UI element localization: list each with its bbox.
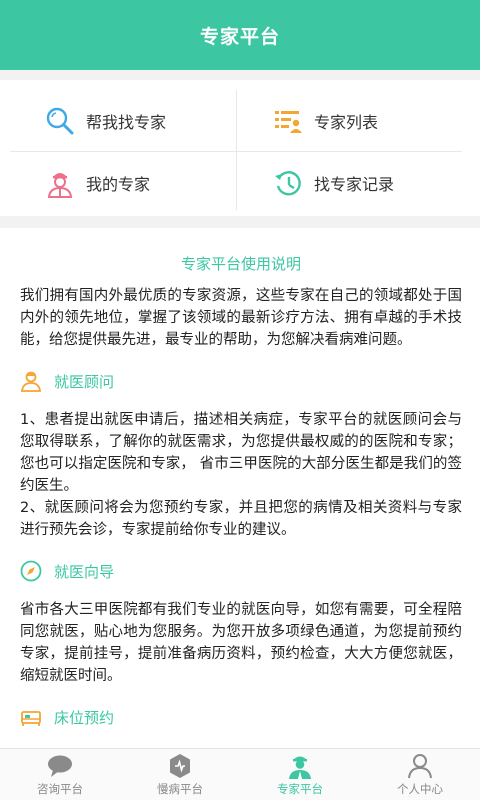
section-counselor-text: 1、患者提出就医申请后，描述相关病症，专家平台的就医顾问会与您取得联系，了解你的… xyxy=(20,412,462,538)
bottom-tab-bar: 咨询平台 慢病平台 专家平台 个人中心 xyxy=(0,748,480,800)
section-guide-title: 就医向导 xyxy=(54,562,115,581)
my-experts-label: 我的专家 xyxy=(86,175,151,194)
my-experts-button[interactable]: 我的专家 xyxy=(10,152,236,214)
expert-list-button[interactable]: 专家列表 xyxy=(238,90,464,152)
separator-band xyxy=(0,216,480,228)
tab-profile[interactable]: 个人中心 xyxy=(360,749,480,800)
tab-consult[interactable]: 咨询平台 xyxy=(0,749,120,800)
section-counselor-title: 就医顾问 xyxy=(54,372,115,391)
tab-profile-label: 个人中心 xyxy=(397,781,443,796)
chat-icon xyxy=(46,753,74,779)
bed-icon xyxy=(20,706,42,728)
tab-chronic-label: 慢病平台 xyxy=(157,781,203,796)
tab-chronic[interactable]: 慢病平台 xyxy=(120,749,240,800)
section-guide-text: 省市各大三甲医院都有我们专业的就医向导，如您有需要，可全程陪同您就医，贴心地为您… xyxy=(20,602,462,684)
doctor-icon xyxy=(44,167,76,199)
search-icon xyxy=(44,105,76,137)
section-counselor-heading: 就医顾问 xyxy=(20,369,462,393)
tab-expert[interactable]: 专家平台 xyxy=(240,749,360,800)
grid-divider-vertical xyxy=(236,90,237,210)
section-bed-heading: 床位预约 xyxy=(20,705,462,729)
intro-paragraph: 我们拥有国内外最优质的专家资源，这些专家在自己的领域都处于国内外的领先地位，掌握… xyxy=(20,288,462,348)
tab-expert-label: 专家平台 xyxy=(277,781,323,796)
expert-history-button[interactable]: 找专家记录 xyxy=(238,152,464,214)
separator-band xyxy=(0,70,480,80)
compass-icon xyxy=(20,560,42,582)
page-title: 专家平台 xyxy=(199,25,280,48)
list-icon xyxy=(272,105,304,137)
counselor-icon xyxy=(20,370,42,392)
instructions-title: 专家平台使用说明 xyxy=(180,255,301,273)
app-header: 专家平台 xyxy=(0,0,480,70)
instructions-content[interactable]: 专家平台使用说明 我们拥有国内外最优质的专家资源，这些专家在自己的领域都处于国内… xyxy=(0,228,480,748)
find-expert-button[interactable]: 帮我找专家 xyxy=(10,90,236,152)
expert-icon xyxy=(286,753,314,779)
expert-history-label: 找专家记录 xyxy=(314,175,395,194)
chronic-icon xyxy=(166,753,194,779)
feature-grid: 帮我找专家 专家列表 我的专家 找专家记录 xyxy=(0,80,480,216)
find-expert-label: 帮我找专家 xyxy=(86,113,167,132)
expert-list-label: 专家列表 xyxy=(314,113,379,132)
history-icon xyxy=(272,167,304,199)
section-bed-title: 床位预约 xyxy=(54,708,115,727)
person-icon xyxy=(406,753,434,779)
tab-consult-label: 咨询平台 xyxy=(37,781,83,796)
section-guide-heading: 就医向导 xyxy=(20,559,462,583)
